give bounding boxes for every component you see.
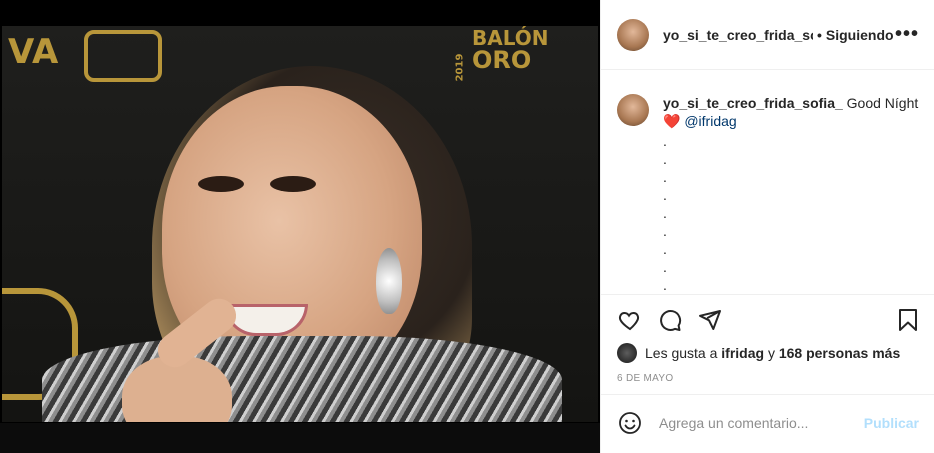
- header-separator: •: [817, 26, 822, 43]
- caption-body: yo_si_te_creo_frida_sofia_ Good Níght ❤️…: [663, 94, 918, 294]
- background-logo-year: 2019: [454, 53, 466, 82]
- caption-text: Good Níght: [846, 95, 919, 111]
- likes-summary: Les gusta a ifridag y 168 personas más: [601, 335, 934, 363]
- caption-dot: .: [663, 241, 667, 257]
- caption-dot: .: [663, 277, 667, 293]
- liker-avatar[interactable]: [617, 343, 637, 363]
- heart-icon[interactable]: [617, 307, 643, 333]
- caption-dot: .: [663, 169, 667, 185]
- smiley-icon[interactable]: [617, 410, 643, 436]
- right-eye: [270, 176, 316, 192]
- post-date[interactable]: 6 DE MAYO: [601, 363, 934, 384]
- caption-dot: .: [663, 151, 667, 167]
- background-logo-left: VA: [8, 32, 59, 72]
- caption-dot: .: [663, 223, 667, 239]
- likes-others-link[interactable]: 168 personas más: [779, 345, 900, 361]
- publish-button[interactable]: Publicar: [864, 415, 919, 431]
- post-photo[interactable]: VA BALÓN ORO 2019: [2, 26, 598, 422]
- bottom-strip: [0, 423, 600, 453]
- post-header: yo_si_te_creo_frida_sofia_ • Siguiendo •…: [601, 0, 934, 70]
- background-logo-badge: [84, 30, 162, 82]
- left-eye: [198, 176, 244, 192]
- post-media-area: VA BALÓN ORO 2019: [0, 0, 600, 453]
- comment-icon[interactable]: [657, 307, 683, 333]
- caption-mention-link[interactable]: @ifridag: [684, 113, 736, 129]
- action-bar: [601, 295, 934, 335]
- caption-avatar[interactable]: [617, 94, 649, 126]
- heart-emoji-icon: ❤️: [663, 113, 681, 129]
- caption-username[interactable]: yo_si_te_creo_frida_sofia_: [663, 95, 843, 111]
- earring: [376, 248, 402, 314]
- likes-prefix: Les gusta a: [645, 345, 718, 361]
- caption-dot: .: [663, 259, 667, 275]
- sequin-dress: [42, 336, 562, 422]
- caption-dot: .: [663, 187, 667, 203]
- caption-dot: .: [663, 205, 667, 221]
- comment-bar: Publicar: [601, 394, 934, 450]
- bookmark-icon[interactable]: [895, 307, 921, 333]
- likes-user-link[interactable]: ifridag: [721, 345, 764, 361]
- header-username[interactable]: yo_si_te_creo_frida_sofia_: [663, 27, 813, 43]
- actions-area: Les gusta a ifridag y 168 personas más 6…: [601, 294, 934, 395]
- caption-dots: . . . . . . . . .: [663, 132, 918, 294]
- share-icon[interactable]: [697, 307, 723, 333]
- caption-block: yo_si_te_creo_frida_sofia_ Good Níght ❤️…: [601, 70, 934, 294]
- post-side-panel: yo_si_te_creo_frida_sofia_ • Siguiendo •…: [600, 0, 934, 453]
- follow-status-button[interactable]: Siguiendo: [826, 27, 894, 43]
- comment-input[interactable]: [657, 413, 851, 432]
- header-avatar[interactable]: [617, 18, 649, 51]
- more-horizontal-icon[interactable]: •••: [895, 23, 919, 46]
- caption-dot: .: [663, 133, 667, 149]
- background-logo-right-line2: ORO: [472, 46, 532, 74]
- likes-connector: y: [767, 345, 775, 361]
